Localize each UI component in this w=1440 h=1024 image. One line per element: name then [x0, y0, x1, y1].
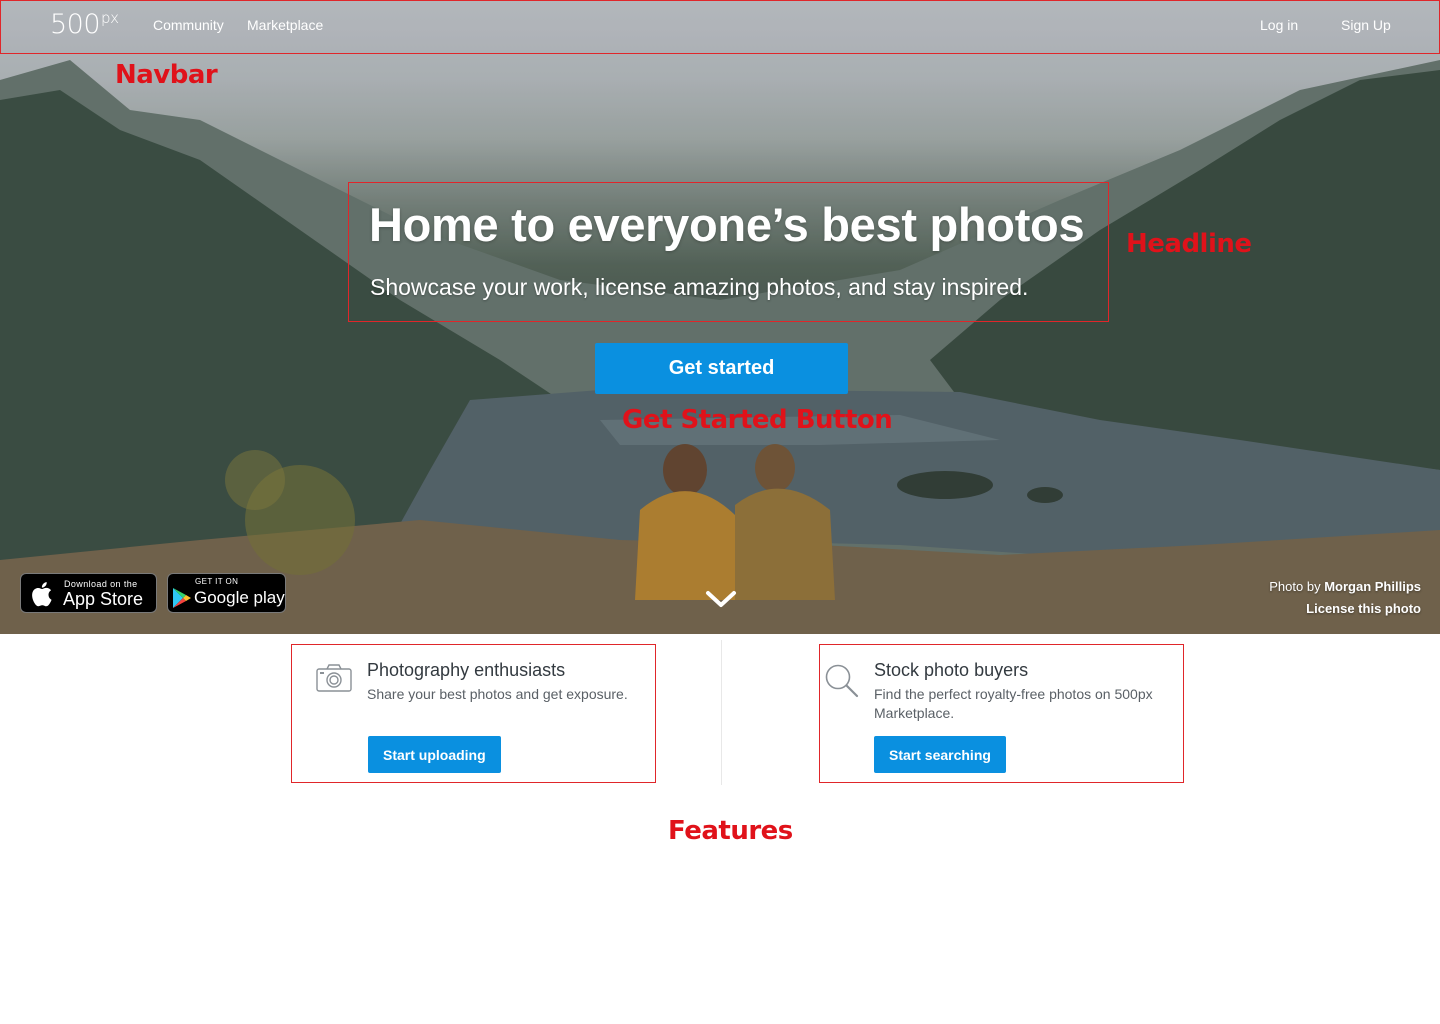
feature-photography-enthusiasts: Photography enthusiasts Share your best …: [291, 644, 656, 783]
chevron-down-icon[interactable]: [705, 588, 737, 610]
search-icon: [825, 664, 859, 698]
google-play-small-text: GET IT ON: [195, 577, 239, 586]
license-photo-link[interactable]: License this photo: [1269, 598, 1421, 620]
google-play-icon: [173, 588, 191, 608]
annotation-features: Features: [668, 816, 793, 846]
annotation-navbar: Navbar: [115, 60, 218, 90]
app-store-badge[interactable]: Download on the App Store: [20, 573, 157, 613]
photo-credit-prefix: Photo by: [1269, 579, 1321, 594]
logo-suffix: px: [101, 9, 119, 27]
feature-title: Stock photo buyers: [874, 660, 1029, 680]
hero-headline: Home to everyone’s best photos: [369, 198, 1085, 251]
photo-credit: Photo by Morgan Phillips License this ph…: [1269, 576, 1421, 620]
photo-credit-author[interactable]: Morgan Phillips: [1324, 579, 1421, 594]
annotation-headline: Headline: [1126, 229, 1252, 259]
logo[interactable]: 500px: [50, 9, 119, 40]
app-store-small-text: Download on the: [64, 579, 138, 589]
nav-marketplace-link[interactable]: Marketplace: [247, 17, 323, 33]
google-play-badge[interactable]: GET IT ON Google play: [167, 573, 286, 613]
hero-section: 500px Community Marketplace Log in Sign …: [0, 0, 1440, 634]
headline-block: Home to everyone’s best photos Showcase …: [348, 182, 1109, 322]
nav-community-link[interactable]: Community: [153, 17, 224, 33]
login-link[interactable]: Log in: [1260, 17, 1298, 33]
hero-subheadline: Showcase your work, license amazing phot…: [370, 274, 1029, 300]
google-play-big-text: Google play: [194, 588, 285, 607]
signup-link[interactable]: Sign Up: [1341, 17, 1391, 33]
feature-description: Share your best photos and get exposure.: [367, 686, 628, 702]
start-uploading-button[interactable]: Start uploading: [368, 736, 501, 773]
apple-icon: [32, 582, 52, 607]
features-divider: [721, 640, 722, 785]
feature-title: Photography enthusiasts: [367, 660, 566, 680]
logo-text: 500: [50, 9, 101, 40]
get-started-button[interactable]: Get started: [595, 343, 848, 394]
app-store-big-text: App Store: [63, 589, 144, 609]
annotation-get-started: Get Started Button: [622, 405, 893, 435]
feature-description: Find the perfect royalty-free photos on …: [874, 686, 1153, 721]
camera-icon: [316, 664, 352, 692]
feature-stock-photo-buyers: Stock photo buyers Find the perfect roya…: [819, 644, 1184, 783]
navbar: 500px Community Marketplace Log in Sign …: [0, 0, 1440, 54]
start-searching-button[interactable]: Start searching: [874, 736, 1006, 773]
